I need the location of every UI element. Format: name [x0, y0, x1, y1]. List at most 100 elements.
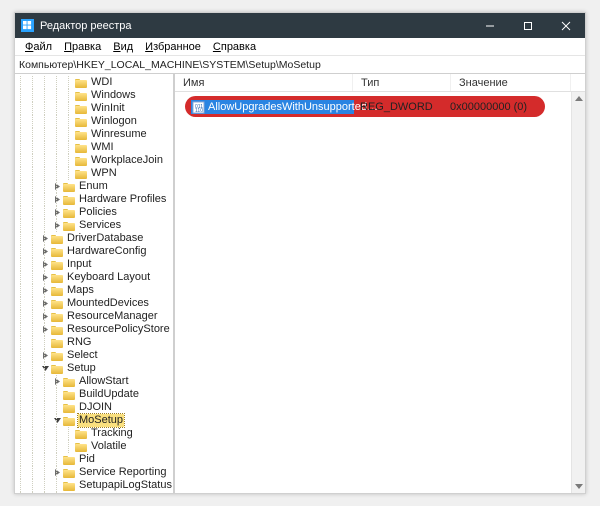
tree-node[interactable]: MountedDevices [15, 297, 173, 310]
menu-help[interactable]: Справка [207, 41, 262, 53]
tree-node[interactable]: SetupCl [15, 492, 173, 493]
folder-icon [51, 234, 63, 244]
tree-node-label: Input [66, 258, 92, 271]
tree-node-label: Service Reporting [78, 466, 167, 479]
maximize-button[interactable] [509, 13, 547, 38]
tree-node[interactable]: Select [15, 349, 173, 362]
folder-icon [63, 195, 75, 205]
folder-icon [51, 351, 63, 361]
tree-node-label: WMI [90, 141, 115, 154]
tree-node[interactable]: DriverDatabase [15, 232, 173, 245]
value-data: 0x00000000 (0) [444, 101, 554, 113]
tree-expander-icon[interactable] [41, 274, 50, 281]
tree-expander-icon[interactable] [41, 300, 50, 307]
tree-expander-icon[interactable] [53, 222, 62, 229]
list-scrollbar[interactable] [571, 92, 585, 493]
tree-node[interactable]: DJOIN [15, 401, 173, 414]
tree-node[interactable]: Maps [15, 284, 173, 297]
address-text: Компьютер\HKEY_LOCAL_MACHINE\SYSTEM\Setu… [19, 59, 321, 71]
tree-expander-icon[interactable] [41, 287, 50, 294]
value-row[interactable]: 011110 AllowUpgradesWithUnsupported… REG… [191, 100, 554, 114]
tree-node[interactable]: MoSetup [15, 414, 173, 427]
tree-node[interactable]: HardwareConfig [15, 245, 173, 258]
tree-node[interactable]: ResourcePolicyStore [15, 323, 173, 336]
tree-node[interactable]: WPN [15, 167, 173, 180]
tree-node[interactable]: Winresume [15, 128, 173, 141]
tree-node[interactable]: WorkplaceJoin [15, 154, 173, 167]
tree-pane[interactable]: WDIWindowsWinInitWinlogonWinresumeWMIWor… [15, 74, 175, 493]
tree-node[interactable]: BuildUpdate [15, 388, 173, 401]
tree-node-label: WDI [90, 76, 113, 89]
tree-node[interactable]: Pid [15, 453, 173, 466]
tree-expander-icon[interactable] [53, 378, 62, 385]
col-name[interactable]: Имя [175, 74, 353, 91]
tree-node-label: Volatile [90, 440, 127, 453]
tree-node-label: Enum [78, 180, 109, 193]
col-data[interactable]: Значение [451, 74, 571, 91]
folder-icon [75, 143, 87, 153]
tree-node[interactable]: Volatile [15, 440, 173, 453]
folder-icon [51, 338, 63, 348]
tree-expander-icon[interactable] [41, 235, 50, 242]
tree-node[interactable]: Setup [15, 362, 173, 375]
tree-node-label: WinInit [90, 102, 126, 115]
tree-node[interactable]: Policies [15, 206, 173, 219]
tree-node[interactable]: Service Reporting [15, 466, 173, 479]
tree-expander-icon[interactable] [41, 261, 50, 268]
list-header[interactable]: Имя Тип Значение [175, 74, 585, 92]
menu-view[interactable]: Вид [107, 41, 139, 53]
folder-icon [75, 442, 87, 452]
tree-node[interactable]: Hardware Profiles [15, 193, 173, 206]
menubar: Файл Правка Вид Избранное Справка [15, 38, 585, 56]
tree-node[interactable]: Services [15, 219, 173, 232]
menu-file[interactable]: Файл [19, 41, 58, 53]
tree-node[interactable]: Windows [15, 89, 173, 102]
folder-icon [75, 117, 87, 127]
tree-expander-icon[interactable] [41, 313, 50, 320]
titlebar[interactable]: Редактор реестра [15, 13, 585, 38]
tree-node[interactable]: Winlogon [15, 115, 173, 128]
tree-node[interactable]: ResourceManager [15, 310, 173, 323]
tree-expander-icon[interactable] [53, 196, 62, 203]
tree-expander-icon[interactable] [53, 417, 62, 424]
tree-node-label: ResourceManager [66, 310, 159, 323]
folder-icon [51, 364, 63, 374]
col-type[interactable]: Тип [353, 74, 451, 91]
tree-expander-icon[interactable] [41, 365, 50, 372]
folder-icon [75, 169, 87, 179]
tree-expander-icon[interactable] [53, 209, 62, 216]
tree-node[interactable]: WMI [15, 141, 173, 154]
folder-icon [63, 468, 75, 478]
folder-icon [75, 156, 87, 166]
tree-node[interactable]: WinInit [15, 102, 173, 115]
folder-icon [63, 377, 75, 387]
tree-expander-icon[interactable] [41, 248, 50, 255]
tree-node[interactable]: Input [15, 258, 173, 271]
reg-dword-icon: 011110 [192, 101, 205, 114]
menu-edit[interactable]: Правка [58, 41, 107, 53]
tree-node[interactable]: Enum [15, 180, 173, 193]
menu-favorites[interactable]: Избранное [139, 41, 207, 53]
window-title: Редактор реестра [40, 20, 471, 32]
list-body: 011110 AllowUpgradesWithUnsupported… REG… [175, 92, 585, 493]
tree-node[interactable]: Tracking [15, 427, 173, 440]
folder-icon [63, 403, 75, 413]
tree-node[interactable]: RNG [15, 336, 173, 349]
tree-node[interactable]: SetupapiLogStatus [15, 479, 173, 492]
tree-node[interactable]: Keyboard Layout [15, 271, 173, 284]
folder-icon [63, 416, 75, 426]
folder-icon [51, 260, 63, 270]
tree-node[interactable]: WDI [15, 76, 173, 89]
tree-expander-icon[interactable] [53, 183, 62, 190]
tree-expander-icon[interactable] [53, 469, 62, 476]
minimize-button[interactable] [471, 13, 509, 38]
value-name-cell[interactable]: 011110 AllowUpgradesWithUnsupported… [191, 100, 354, 114]
tree-node-label: SetupapiLogStatus [78, 479, 173, 492]
address-bar[interactable]: Компьютер\HKEY_LOCAL_MACHINE\SYSTEM\Setu… [15, 56, 585, 74]
tree-expander-icon[interactable] [41, 326, 50, 333]
list-pane[interactable]: Имя Тип Значение 011110 AllowUpgradesWit… [175, 74, 585, 493]
tree-node[interactable]: AllowStart [15, 375, 173, 388]
tree-node-label: Winresume [90, 128, 148, 141]
tree-expander-icon[interactable] [41, 352, 50, 359]
close-button[interactable] [547, 13, 585, 38]
